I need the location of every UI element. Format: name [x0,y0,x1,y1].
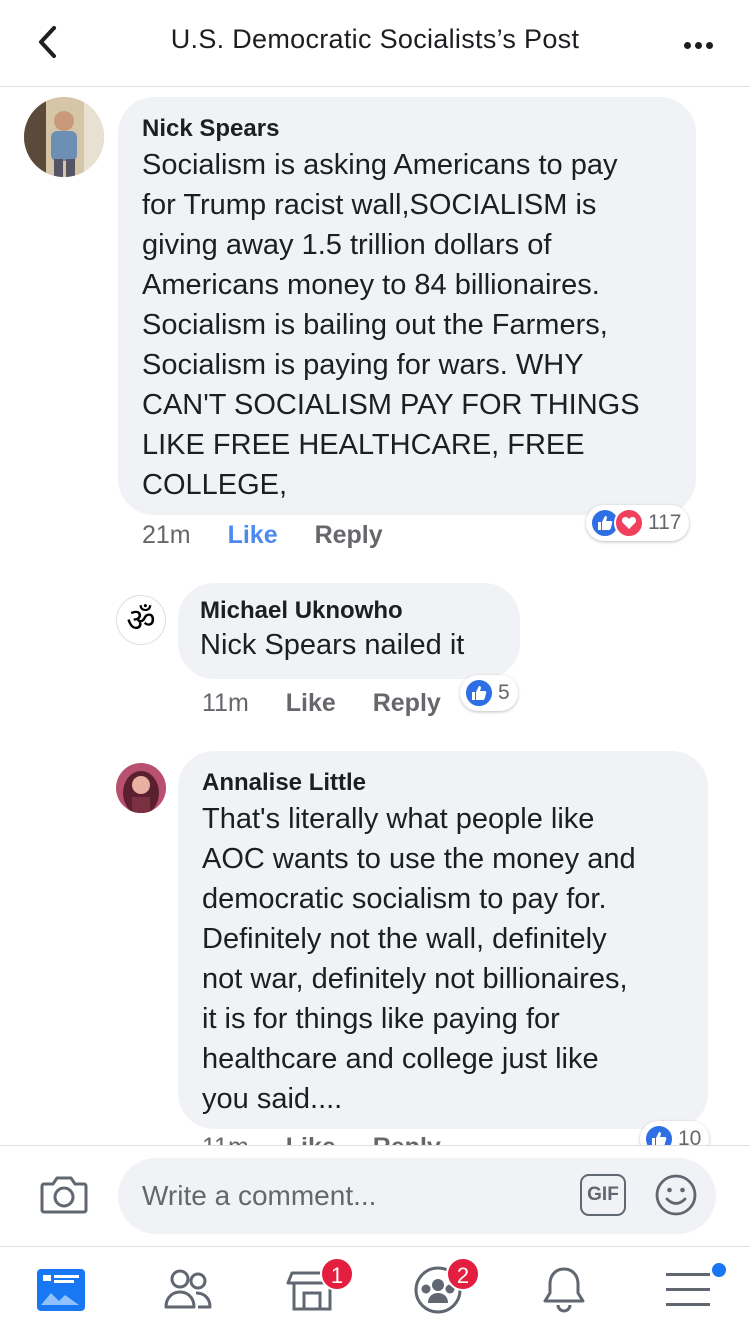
tab-marketplace[interactable]: 1 [284,1257,354,1321]
person-photo-icon [24,97,104,177]
more-icon-dot [706,42,713,49]
reply-button[interactable]: Reply [373,1133,441,1145]
text-line: Definitely not the wall, definitely [202,923,607,955]
tab-notifications[interactable] [536,1265,596,1321]
text-line: you said.... [202,1083,343,1115]
text-line: Socialism is bailing out the Farmers, [142,309,608,341]
avatar[interactable] [116,763,166,813]
text-line: Socialism is paying for wars. WHY [142,349,584,381]
comment-author[interactable]: Michael Uknowho [200,597,498,625]
comment-text: Nick Spears nailed it [200,625,498,665]
comment-author[interactable]: Annalise Little [202,769,684,797]
text-line: Nick Spears nailed it [200,629,465,661]
comment-timestamp: 11m [202,689,249,717]
comment-actions: 11m Like Reply [202,1133,471,1145]
like-button[interactable]: Like [286,1133,336,1145]
text-line: not war, definitely not billionaires, [202,963,628,995]
om-symbol-icon: ॐ [126,601,156,639]
more-icon-dot [695,42,702,49]
news-feed-icon [37,1269,85,1311]
comment-bubble[interactable]: Annalise Little That's literally what pe… [178,751,708,1129]
reaction-summary[interactable]: 117 [586,505,690,541]
reaction-count: 10 [678,1127,702,1145]
reaction-summary[interactable]: 5 [460,675,518,711]
page-title: U.S. Democratic Socialists’s Post [170,24,580,54]
reaction-summary[interactable]: 10 [640,1121,710,1145]
bottom-tab-bar: 1 2 [0,1246,750,1335]
tab-groups[interactable]: 2 [410,1257,480,1321]
bell-icon [543,1267,585,1313]
text-line: Socialism is asking Americans to pay [142,149,618,181]
comment-timestamp: 11m [202,1133,249,1145]
tab-menu[interactable] [662,1263,726,1321]
hamburger-menu-icon [666,1273,710,1306]
more-options-button[interactable] [684,36,720,49]
camera-icon [40,1176,88,1214]
love-reaction-icon [614,508,644,538]
gif-button[interactable]: GIF [580,1174,626,1216]
text-line: COLLEGE, [142,469,288,501]
emoji-button[interactable] [654,1173,698,1222]
more-icon-dot [684,42,691,49]
like-button[interactable]: Like [228,521,278,549]
comment-author[interactable]: Nick Spears [142,115,672,143]
comment-bubble[interactable]: Nick Spears Socialism is asking American… [118,97,696,515]
camera-button[interactable] [40,1174,88,1221]
avatar[interactable] [24,97,104,177]
tab-news-feed[interactable] [33,1265,93,1321]
comment-actions: 11m Like Reply [202,689,471,718]
notification-badge: 2 [446,1257,480,1291]
text-line: That's literally what people like [202,803,595,835]
notification-badge: 1 [320,1257,354,1291]
like-reaction-icon [644,1124,674,1145]
like-button[interactable]: Like [286,689,336,717]
text-line: LIKE FREE HEALTHCARE, FREE [142,429,585,461]
text-line: democratic socialism to pay for. [202,883,607,915]
new-activity-dot [712,1263,726,1277]
smiley-icon [655,1174,697,1216]
text-line: giving away 1.5 trillion dollars of [142,229,552,261]
avatar[interactable]: ॐ [116,595,166,645]
like-reaction-icon [464,678,494,708]
text-line: Americans money to 84 billionaires. [142,269,600,301]
text-line: AOC wants to use the money and [202,843,636,875]
comment-text: Socialism is asking Americans to pay for… [142,145,672,505]
reaction-count: 5 [498,681,510,704]
comments-list: Nick Spears Socialism is asking American… [0,87,750,1145]
text-line: for Trump racist wall,SOCIALISM is [142,189,597,221]
comment-timestamp: 21m [142,521,191,549]
comment-composer: GIF [0,1145,750,1246]
text-line: healthcare and college just like [202,1043,599,1075]
reply-button[interactable]: Reply [373,689,441,717]
text-line: it is for things like paying for [202,1003,560,1035]
person-photo-icon [116,763,166,813]
reaction-count: 117 [648,511,682,534]
comment-actions: 21m Like Reply [142,521,413,550]
text-line: CAN'T SOCIALISM PAY FOR THINGS [142,389,640,421]
tab-friends[interactable] [160,1265,220,1321]
comment-input[interactable] [118,1158,716,1234]
comment-bubble[interactable]: Michael Uknowho Nick Spears nailed it [178,583,520,679]
post-header: U.S. Democratic Socialists’s Post [0,0,750,87]
comment-text: That's literally what people like AOC wa… [202,799,684,1119]
friends-icon [164,1269,212,1309]
reply-button[interactable]: Reply [315,521,383,549]
